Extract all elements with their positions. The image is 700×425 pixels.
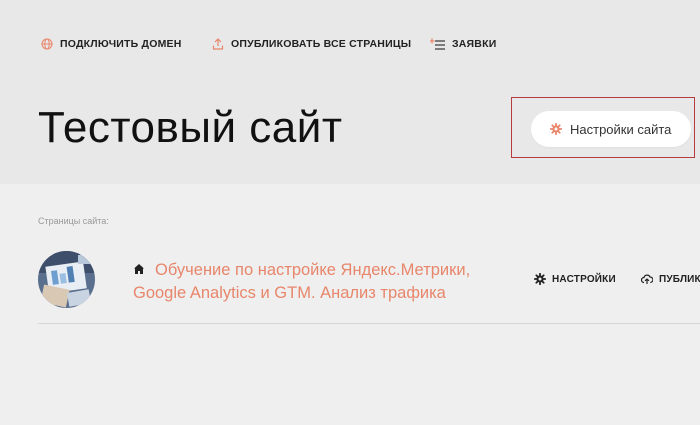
list-add-icon <box>430 37 446 51</box>
page-publish-label: ПУБЛИКО <box>659 273 700 285</box>
connect-domain-link[interactable]: ПОДКЛЮЧИТЬ ДОМЕН <box>40 36 182 52</box>
site-header: ПОДКЛЮЧИТЬ ДОМЕН ОПУБЛИКОВАТЬ ВСЕ СТРАНИ… <box>0 0 700 184</box>
leads-link[interactable]: ЗАЯВКИ <box>430 36 496 52</box>
gear-icon <box>550 123 562 135</box>
page-thumbnail[interactable] <box>38 251 95 308</box>
top-nav: ПОДКЛЮЧИТЬ ДОМЕН ОПУБЛИКОВАТЬ ВСЕ СТРАНИ… <box>0 0 700 90</box>
gear-icon <box>534 273 546 285</box>
upload-icon <box>211 37 225 51</box>
page-title-link[interactable]: Обучение по настройке Яндекс.Метрики, Go… <box>133 259 493 305</box>
page-publish-button[interactable]: ПУБЛИКО <box>641 273 700 285</box>
globe-icon <box>40 37 54 51</box>
row-divider <box>38 323 700 324</box>
pages-section-label: Страницы сайта: <box>38 216 109 226</box>
page-row: Обучение по настройке Яндекс.Метрики, Go… <box>0 240 700 324</box>
site-settings-button[interactable]: Настройки сайта <box>531 111 691 147</box>
cloud-upload-icon <box>641 273 653 285</box>
site-title: Тестовый сайт <box>38 103 343 152</box>
publish-all-link[interactable]: ОПУБЛИКОВАТЬ ВСЕ СТРАНИЦЫ <box>211 36 411 52</box>
leads-label: ЗАЯВКИ <box>452 38 497 50</box>
connect-domain-label: ПОДКЛЮЧИТЬ ДОМЕН <box>60 38 182 50</box>
publish-all-label: ОПУБЛИКОВАТЬ ВСЕ СТРАНИЦЫ <box>231 38 412 50</box>
page-settings-button[interactable]: НАСТРОЙКИ <box>534 273 616 285</box>
site-settings-label: Настройки сайта <box>570 121 672 137</box>
page-settings-label: НАСТРОЙКИ <box>552 273 616 285</box>
